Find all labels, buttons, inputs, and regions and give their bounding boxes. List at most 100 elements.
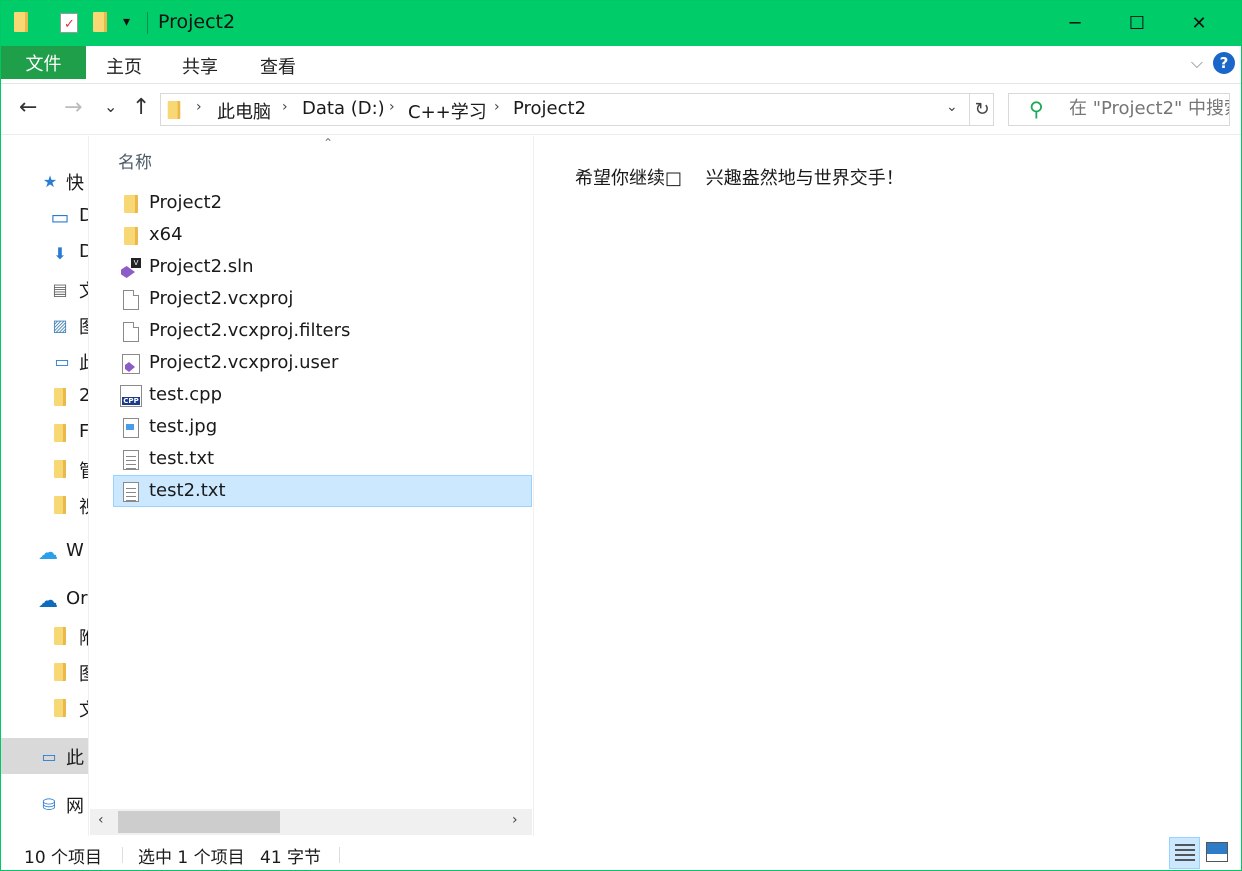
file-row-selected[interactable]: test2.txt — [113, 475, 532, 507]
close-button[interactable]: ✕ — [1168, 1, 1230, 46]
help-icon[interactable]: ? — [1213, 52, 1235, 74]
tab-share[interactable]: 共享 — [182, 53, 218, 79]
breadcrumb-drive-d[interactable]: Data (D:) — [302, 98, 385, 119]
minimize-button[interactable]: ─ — [1044, 1, 1106, 46]
nav-pictures[interactable]: ▨ 图 — [1, 309, 88, 341]
up-button[interactable]: ↑ — [132, 95, 150, 120]
file-row[interactable]: test.txt — [113, 443, 532, 475]
chevron-right-icon[interactable]: › — [282, 99, 288, 115]
nav-onedrive[interactable]: ☁ Or — [1, 584, 88, 616]
nav-desktop[interactable]: ▭ D — [1, 201, 88, 233]
ribbon: 文件 主页 共享 查看 ⌵ ? — [1, 46, 1241, 84]
maximize-button[interactable]: ☐ — [1106, 1, 1168, 46]
address-bar[interactable]: › 此电脑 › Data (D:) › C++学习 › Project2 ⌄ ↻ — [160, 93, 994, 126]
file-name: test.cpp — [149, 384, 223, 405]
file-row[interactable]: Project2.vcxproj — [113, 283, 532, 315]
nav-this-pc[interactable]: ▭ 此 — [1, 738, 88, 774]
new-folder-icon[interactable] — [93, 12, 107, 36]
file-name: test2.txt — [149, 480, 226, 501]
file-row[interactable]: Project2 — [113, 187, 532, 219]
desktop-icon: ▭ — [50, 205, 70, 229]
nav-folder-guan[interactable]: 管 — [1, 453, 88, 485]
nav-item-label: 文 — [79, 277, 88, 303]
breadcrumb-this-pc[interactable]: 此电脑 — [217, 98, 271, 124]
breadcrumb-project2[interactable]: Project2 — [513, 98, 586, 119]
nav-folder-f[interactable]: F — [1, 417, 88, 449]
back-button[interactable]: ← — [19, 95, 37, 120]
nav-this-pc-quick[interactable]: ▭ 此 — [1, 345, 88, 377]
folder-icon — [50, 423, 70, 443]
nav-quick-access[interactable]: ★ 快 — [1, 165, 88, 197]
properties-icon[interactable]: ✓ — [60, 13, 78, 33]
document-icon: ▤ — [52, 279, 68, 299]
vs-user-file-icon — [120, 353, 142, 375]
folder-icon[interactable] — [14, 12, 28, 36]
file-name: Project2.vcxproj.filters — [149, 320, 351, 341]
breadcrumb-cpp-study[interactable]: C++学习 — [408, 98, 487, 124]
address-bar-row: ← → ⌄ ↑ › 此电脑 › Data (D:) › C++学习 › Proj… — [1, 85, 1241, 135]
nav-documents[interactable]: ▤ 文 — [1, 273, 88, 305]
expand-ribbon-icon[interactable]: ⌵ — [1191, 53, 1203, 73]
refresh-button[interactable]: ↻ — [969, 93, 994, 126]
file-row[interactable]: Project2.vcxproj.filters — [113, 315, 532, 347]
title-bar: ✓ ▾ Project2 ─ ☐ ✕ — [1, 1, 1241, 46]
nav-downloads[interactable]: ⬇ D — [1, 237, 88, 269]
tab-home[interactable]: 主页 — [106, 53, 142, 79]
sln-file-icon: V — [120, 257, 142, 279]
nav-wps-cloud[interactable]: ☁ W — [1, 536, 88, 568]
tab-view[interactable]: 查看 — [260, 53, 296, 79]
onedrive-icon: ☁ — [38, 588, 58, 612]
file-row[interactable]: CPP test.cpp — [113, 379, 532, 411]
file-name: test.jpg — [149, 416, 218, 437]
horizontal-scrollbar[interactable]: ‹ › — [90, 809, 532, 835]
chevron-right-icon[interactable]: › — [494, 99, 500, 115]
file-row[interactable]: test.jpg — [113, 411, 532, 443]
details-view-button[interactable] — [1169, 837, 1200, 869]
pc-icon: ▭ — [41, 746, 57, 766]
forward-button[interactable]: → — [64, 95, 82, 120]
file-row[interactable]: Project2.vcxproj.user — [113, 347, 532, 379]
large-icons-view-button[interactable] — [1206, 842, 1228, 862]
nav-onedrive-pictures[interactable]: 图 — [1, 656, 88, 688]
nav-item-label: W — [66, 540, 84, 561]
star-icon: ★ — [42, 171, 58, 191]
chevron-right-icon[interactable]: › — [196, 99, 202, 115]
nav-item-label: Or — [66, 588, 88, 609]
picture-icon: ▨ — [52, 315, 68, 335]
nav-item-label: 快 — [66, 173, 84, 194]
blank-file-icon — [120, 321, 142, 343]
nav-onedrive-attachments[interactable]: 附 — [1, 620, 88, 652]
folder-icon — [120, 225, 142, 247]
status-divider — [122, 847, 123, 863]
recent-locations-button[interactable]: ⌄ — [104, 97, 117, 116]
status-bar: 10 个项目 选中 1 个项目 41 字节 — [1, 836, 1241, 870]
nav-network[interactable]: ⛁ 网 — [1, 788, 88, 820]
chevron-right-icon[interactable]: › — [389, 99, 395, 115]
pc-icon: ▭ — [54, 351, 70, 371]
folder-icon — [50, 626, 70, 646]
download-icon: ⬇ — [53, 243, 67, 263]
nav-item-label: 管 — [79, 457, 88, 483]
search-box[interactable]: ⚲ — [1008, 93, 1230, 126]
nav-folder-2[interactable]: 2 — [1, 381, 88, 413]
scrollbar-thumb[interactable] — [118, 811, 280, 833]
search-input[interactable] — [1069, 98, 1229, 119]
status-item-count: 10 个项目 — [24, 848, 103, 868]
customize-dropdown-icon[interactable]: ▾ — [123, 14, 130, 30]
file-name: Project2.sln — [149, 256, 254, 277]
nav-item-label: 2 — [79, 385, 88, 406]
scroll-right-button[interactable]: › — [512, 812, 518, 828]
scroll-left-button[interactable]: ‹ — [98, 812, 104, 828]
folder-icon — [50, 698, 70, 718]
address-history-dropdown-icon[interactable]: ⌄ — [946, 99, 958, 115]
file-row[interactable]: x64 — [113, 219, 532, 251]
column-header-name[interactable]: 名称 — [118, 148, 152, 173]
status-divider — [339, 847, 340, 863]
tab-file[interactable]: 文件 — [1, 46, 86, 79]
nav-item-label: 网 — [66, 796, 84, 817]
nav-onedrive-documents[interactable]: 文 — [1, 692, 88, 724]
nav-folder-shi[interactable]: 视 — [1, 489, 88, 521]
file-row[interactable]: V Project2.sln — [113, 251, 532, 283]
status-size: 41 字节 — [260, 848, 322, 868]
file-name: Project2 — [149, 192, 223, 213]
